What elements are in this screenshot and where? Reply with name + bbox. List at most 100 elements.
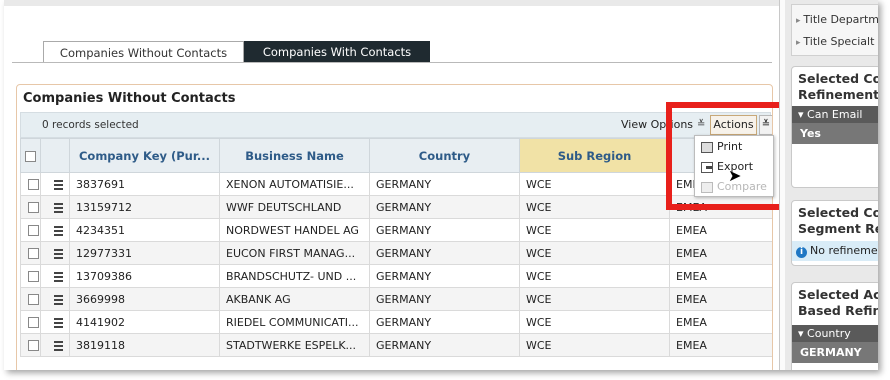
row-details-icon[interactable] — [53, 271, 63, 282]
screenshot-stage: Companies Without Contacts Companies Wit… — [0, 0, 890, 380]
cell-company-key: 3819118 — [69, 333, 220, 357]
refinement-group-can-email[interactable]: ▾ Can Email — [792, 106, 878, 123]
table-row[interactable]: 3837691 XENON AUTOMATISIE... GERMANY WCE EME… — [20, 172, 772, 196]
cell-country: GERMANY — [369, 333, 520, 357]
grid-toolbar: 0 records selected View Options ≚ Action… — [20, 112, 772, 138]
cell-company-key: 4234351 — [69, 218, 220, 242]
cell-country: GERMANY — [369, 264, 520, 288]
row-details-icon[interactable] — [53, 225, 63, 236]
cell-company-key: 13159712 — [69, 195, 220, 219]
cell-business-name: EUCON FIRST MANAG... — [219, 241, 370, 265]
row-select-cell[interactable] — [20, 264, 41, 288]
refinement-group-country[interactable]: ▾ Country — [792, 325, 878, 342]
row-select-cell[interactable] — [20, 195, 41, 219]
card-title-line1: Selected Co — [798, 71, 878, 86]
table-row[interactable]: 4141902 RIEDEL COMMUNICATI... GERMANY WCE EM… — [20, 310, 772, 334]
column-header-sub-region[interactable]: Sub Region — [519, 138, 670, 173]
highlight-annotation-box — [666, 102, 779, 210]
row-select-cell[interactable] — [20, 287, 41, 311]
row-select-cell[interactable] — [20, 218, 41, 242]
no-refinements-message: i No refineme — [792, 241, 878, 261]
row-checkbox[interactable] — [28, 179, 39, 190]
cell-business-name: BRANDSCHUTZ- UND ... — [219, 264, 370, 288]
row-detail-cell[interactable] — [40, 310, 70, 334]
row-details-icon[interactable] — [53, 202, 63, 213]
row-detail-cell[interactable] — [40, 333, 70, 357]
main-pane: Companies Without Contacts Companies Wit… — [4, 0, 780, 370]
row-detail-cell[interactable] — [40, 172, 70, 196]
card-title-line1: Selected Co — [798, 205, 878, 220]
table-row[interactable]: 3669998 AKBANK AG GERMANY WCE EMEA — [20, 287, 772, 311]
selected-segment-refinements-card: Selected Co Segment Re i No refineme — [791, 200, 878, 266]
cell-country: GERMANY — [369, 195, 520, 219]
cell-region: EMEA — [669, 218, 772, 242]
cell-country: GERMANY — [369, 310, 520, 334]
row-details-icon[interactable] — [53, 340, 63, 351]
table-row[interactable]: 13159712 WWF DEUTSCHLAND GERMANY WCE EMEA — [20, 195, 772, 219]
card-title-line1: Selected Ac — [798, 287, 878, 302]
table-row[interactable]: 12977331 EUCON FIRST MANAG... GERMANY WCE EM… — [20, 241, 772, 265]
row-select-cell[interactable] — [20, 310, 41, 334]
selected-contact-refinements-card: Selected Co Refinement ▾ Can Email Yes — [791, 66, 878, 188]
row-select-cell[interactable] — [20, 172, 41, 196]
row-checkbox[interactable] — [28, 248, 39, 259]
cell-company-key: 3837691 — [69, 172, 220, 196]
row-select-cell[interactable] — [20, 241, 41, 265]
cell-sub-region: WCE — [519, 172, 670, 196]
cell-country: GERMANY — [369, 172, 520, 196]
refinements-sidebar: Title Departm Title Specialt Selected Co… — [785, 0, 878, 370]
selected-account-refinements-card: Selected Ac Based Refin ▾ Country GERMAN… — [791, 282, 878, 370]
refinement-option-title-department[interactable]: Title Departm — [796, 13, 878, 26]
row-detail-cell[interactable] — [40, 241, 70, 265]
panel-title: Companies Without Contacts — [23, 91, 236, 106]
select-all-header[interactable] — [20, 138, 41, 173]
card-title-line2: Segment Re — [798, 221, 878, 236]
cell-region: EMEA — [669, 241, 772, 265]
refinement-value-germany[interactable]: GERMANY — [792, 342, 878, 363]
cell-country: GERMANY — [369, 218, 520, 242]
table-row[interactable]: 3819118 STADTWERKE ESPELK... GERMANY WCE EME… — [20, 333, 772, 357]
results-panel: Companies Without Contacts 0 records sel… — [16, 84, 773, 370]
row-icon-header — [40, 138, 70, 173]
companies-table: Company Key (Pur... Business Name Countr… — [20, 138, 772, 357]
row-checkbox[interactable] — [28, 317, 39, 328]
row-detail-cell[interactable] — [40, 264, 70, 288]
cell-company-key: 4141902 — [69, 310, 220, 334]
refinement-options-list: Title Departm Title Specialt — [791, 4, 878, 56]
table-row[interactable]: 4234351 NORDWEST HANDEL AG GERMANY WCE EMEA — [20, 218, 772, 242]
cell-sub-region: WCE — [519, 287, 670, 311]
cell-country: GERMANY — [369, 287, 520, 311]
column-header-company-key[interactable]: Company Key (Pur... — [69, 138, 220, 173]
row-checkbox[interactable] — [28, 294, 39, 305]
row-details-icon[interactable] — [53, 317, 63, 328]
select-all-checkbox[interactable] — [25, 150, 36, 162]
cell-sub-region: WCE — [519, 264, 670, 288]
cell-country: GERMANY — [369, 241, 520, 265]
refinement-option-title-specialty[interactable]: Title Specialt — [796, 35, 874, 48]
row-details-icon[interactable] — [53, 294, 63, 305]
cell-sub-region: WCE — [519, 310, 670, 334]
cell-region: EMEA — [669, 333, 772, 357]
row-checkbox[interactable] — [28, 202, 39, 213]
tab-companies-with-contacts[interactable]: Companies With Contacts — [244, 41, 430, 63]
row-detail-cell[interactable] — [40, 195, 70, 219]
table-row[interactable]: 13709386 BRANDSCHUTZ- UND ... GERMANY WCE EM… — [20, 264, 772, 288]
tab-companies-without-contacts[interactable]: Companies Without Contacts — [43, 41, 244, 63]
row-detail-cell[interactable] — [40, 287, 70, 311]
info-icon: i — [796, 247, 807, 258]
column-header-country[interactable]: Country — [369, 138, 520, 173]
row-detail-cell[interactable] — [40, 218, 70, 242]
refinement-value-yes[interactable]: Yes — [792, 123, 878, 144]
cell-region: EMEA — [669, 310, 772, 334]
row-checkbox[interactable] — [28, 225, 39, 236]
row-details-icon[interactable] — [53, 248, 63, 259]
row-checkbox[interactable] — [28, 271, 39, 282]
row-checkbox[interactable] — [28, 340, 39, 351]
cell-business-name: WWF DEUTSCHLAND — [219, 195, 370, 219]
row-select-cell[interactable] — [20, 333, 41, 357]
cell-sub-region: WCE — [519, 218, 670, 242]
card-title-line2: Based Refin — [798, 303, 878, 318]
row-details-icon[interactable] — [53, 179, 63, 190]
cell-sub-region: WCE — [519, 333, 670, 357]
column-header-business-name[interactable]: Business Name — [219, 138, 370, 173]
